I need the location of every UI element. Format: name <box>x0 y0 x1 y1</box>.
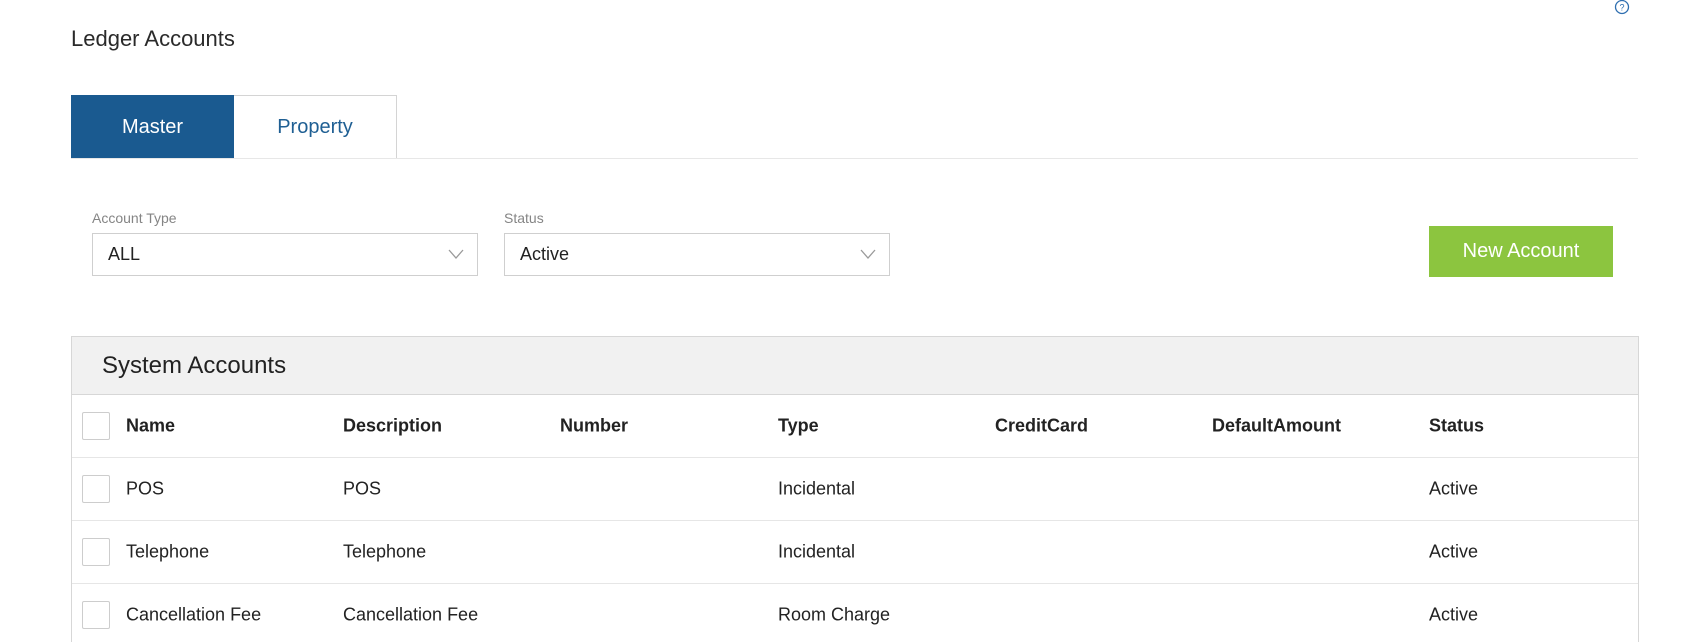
system-accounts-panel: System Accounts Name Description Number … <box>71 336 1639 642</box>
column-header-type[interactable]: Type <box>778 416 819 437</box>
cell-description: Telephone <box>343 541 427 562</box>
chevron-down-icon <box>860 249 876 259</box>
cell-name: POS <box>126 478 165 499</box>
chevron-down-icon <box>448 249 464 259</box>
table-row[interactable]: Cancellation Fee Cancellation Fee Room C… <box>72 584 1638 642</box>
table-header-row: Name Description Number Type CreditCard … <box>72 395 1638 458</box>
cell-status: Active <box>1429 478 1479 499</box>
tabs-divider <box>71 158 1638 159</box>
svg-text:?: ? <box>1619 2 1624 12</box>
cell-description: POS <box>343 478 382 499</box>
account-type-label: Account Type <box>92 210 177 226</box>
cell-type: Incidental <box>778 478 856 499</box>
ledger-accounts-page: ? Ledger Accounts Master Property Accoun… <box>0 0 1682 642</box>
cell-description: Cancellation Fee <box>343 604 479 625</box>
status-select[interactable]: Active <box>504 233 890 276</box>
tab-property[interactable]: Property <box>234 95 397 159</box>
cell-name: Telephone <box>126 541 210 562</box>
tab-bar: Master Property <box>71 95 397 159</box>
status-filter-label: Status <box>504 210 544 226</box>
cell-name: Cancellation Fee <box>126 604 262 625</box>
row-checkbox[interactable] <box>82 601 110 629</box>
cell-type: Room Charge <box>778 604 891 625</box>
status-filter-value: Active <box>520 244 570 264</box>
cell-status: Active <box>1429 604 1479 625</box>
cell-type: Incidental <box>778 541 856 562</box>
table-row[interactable]: Telephone Telephone Incidental Active <box>72 521 1638 584</box>
row-checkbox[interactable] <box>82 475 110 503</box>
panel-title: System Accounts <box>72 337 1638 395</box>
new-account-button[interactable]: New Account <box>1429 226 1613 277</box>
row-checkbox[interactable] <box>82 538 110 566</box>
account-type-value: ALL <box>108 244 141 264</box>
column-header-number[interactable]: Number <box>560 416 628 437</box>
column-header-creditcard[interactable]: CreditCard <box>995 416 1088 437</box>
column-header-name[interactable]: Name <box>126 416 175 437</box>
cell-status: Active <box>1429 541 1479 562</box>
tab-master[interactable]: Master <box>71 95 234 159</box>
select-all-checkbox[interactable] <box>82 412 110 440</box>
column-header-description[interactable]: Description <box>343 416 442 437</box>
column-header-defaultamount[interactable]: DefaultAmount <box>1212 416 1341 437</box>
page-title: Ledger Accounts <box>71 26 235 51</box>
column-header-status[interactable]: Status <box>1429 416 1484 437</box>
help-icon[interactable]: ? <box>1614 0 1630 15</box>
account-type-select[interactable]: ALL <box>92 233 478 276</box>
table-row[interactable]: POS POS Incidental Active <box>72 458 1638 521</box>
